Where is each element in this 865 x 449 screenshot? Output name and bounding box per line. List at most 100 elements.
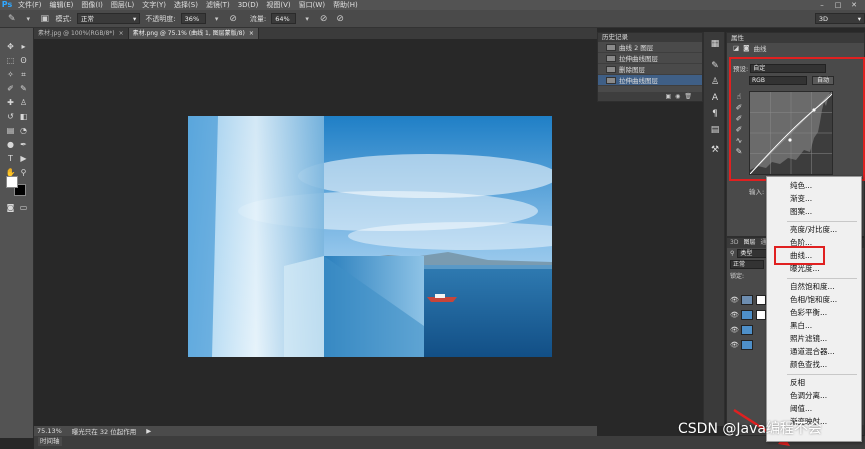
history-item-active[interactable]: 拉伸曲线图层 [598,75,702,86]
path-select-tool-icon[interactable]: ▶ [18,153,29,164]
flow-slider-icon[interactable]: ▾ [301,13,312,25]
eyedropper-tool-icon[interactable]: ✐ [5,83,16,94]
brush-dock-icon[interactable]: ✎ [709,60,721,72]
type-tool-icon[interactable]: T [5,153,16,164]
tab-layers[interactable]: 图层 [743,238,755,248]
menu-channel-mixer[interactable]: 通道混合器... [790,346,835,358]
swatches-dock-icon[interactable]: ▤ [709,124,721,136]
paragraph-dock-icon[interactable]: ¶ [709,108,721,120]
eye-icon[interactable]: 👁 [730,311,739,319]
menu-photo-filter[interactable]: 照片滤镜... [790,333,827,345]
layer-row[interactable]: 👁 [727,338,767,352]
mask-icon[interactable]: ◙ [743,44,749,52]
artboard-tool-icon[interactable]: ▸ [18,41,29,52]
menu-file[interactable]: 文件(F) [14,0,46,10]
gradient-tool-icon[interactable]: ▤ [5,125,16,136]
quick-mask-icon[interactable]: ◙ [5,202,16,213]
character-dock-icon[interactable]: A [709,92,721,104]
menu-black-white[interactable]: 黑白... [790,320,812,332]
menu-view[interactable]: 视图(V) [262,0,294,10]
camera-icon[interactable]: ◉ [675,92,680,101]
menu-color-lookup[interactable]: 颜色查找... [790,359,827,371]
pen-tool-icon[interactable]: ✒ [18,139,29,150]
mode-select[interactable]: 正常 ▾ [76,13,141,24]
history-item[interactable]: 曲线 2 图层 [598,42,702,53]
history-panel-title[interactable]: 历史记录 [598,33,702,42]
history-brush-tool-icon[interactable]: ↺ [5,111,16,122]
pressure-opacity-icon[interactable]: ⊘ [227,13,238,25]
history-item[interactable]: 拉伸曲线图层 [598,53,702,64]
canvas-area[interactable] [34,39,597,426]
pressure-size-icon[interactable]: ⊘ [334,13,345,25]
layer-row[interactable]: 👁 [727,293,767,307]
move-tool-icon[interactable]: ✥ [5,41,16,52]
menu-color-balance[interactable]: 色彩平衡... [790,307,827,319]
menu-help[interactable]: 帮助(H) [329,0,362,10]
maximize-button[interactable]: □ [833,1,843,9]
menu-pattern[interactable]: 图案... [790,206,812,218]
tab-document-2[interactable]: 素材.png @ 75.1% (曲线 1, 图层蒙版/8) × [128,28,259,39]
properties-title[interactable]: 属性 [727,33,864,43]
menu-select[interactable]: 选择(S) [170,0,202,10]
foreground-color-swatch[interactable] [6,176,18,188]
eye-icon[interactable]: 👁 [730,341,739,349]
opacity-slider-icon[interactable]: ▾ [211,13,222,25]
menu-3d[interactable]: 3D(D) [234,0,263,10]
new-document-icon[interactable]: ▣ [665,92,671,101]
clone-stamp-tool-icon[interactable]: ♙ [18,97,29,108]
dodge-tool-icon[interactable]: ● [5,139,16,150]
eraser-tool-icon[interactable]: ◧ [18,111,29,122]
menu-invert[interactable]: 反相 [790,377,805,389]
flow-input[interactable]: 64% [271,13,297,24]
menu-brightness-contrast[interactable]: 亮度/对比度... [790,224,837,236]
menu-image[interactable]: 图像(I) [77,0,107,10]
minimize-button[interactable]: – [817,1,827,9]
brush-preset-icon[interactable]: ✎ [6,13,17,25]
filter-type-select[interactable]: 类型 [737,249,768,258]
blend-mode-select[interactable]: 正常 [730,260,764,269]
history-dock-icon[interactable]: ▦ [709,38,721,50]
crop-tool-icon[interactable]: ⌗ [18,69,29,80]
zoom-level[interactable]: 75.13% [37,427,62,435]
menu-gradient[interactable]: 渐变... [790,193,812,205]
menu-posterize[interactable]: 色调分离... [790,390,827,402]
blur-tool-icon[interactable]: ◔ [18,125,29,136]
menu-layer[interactable]: 图层(L) [107,0,138,10]
layer-row[interactable]: 👁 [727,308,767,322]
document-image[interactable] [188,116,552,357]
brush-size-icon[interactable]: ▾ [22,13,33,25]
timeline-tab[interactable]: 时间轴 [38,437,62,446]
close-button[interactable]: ✕ [849,1,859,9]
menu-window[interactable]: 窗口(W) [295,0,329,10]
menu-vibrance[interactable]: 自然饱和度... [790,281,835,293]
menu-solid-color[interactable]: 纯色... [790,180,812,192]
trash-icon[interactable]: 🗑 [684,92,692,101]
lasso-tool-icon[interactable]: ʘ [18,55,29,66]
layer-row[interactable]: 👁 [727,323,767,337]
menu-hue-saturation[interactable]: 色相/饱和度... [790,294,837,306]
menu-type[interactable]: 文字(Y) [138,0,170,10]
eye-icon[interactable]: 👁 [730,326,739,334]
screen-mode-icon[interactable]: ▭ [18,202,29,213]
tab-document-1[interactable]: 素材.jpg @ 100%(RGB/8*) × [34,28,129,39]
brush-panel-icon[interactable]: ▣ [39,13,50,25]
menu-filter[interactable]: 滤镜(T) [202,0,234,10]
eye-icon[interactable]: 👁 [730,296,739,304]
status-menu-arrow-icon[interactable]: ▶ [146,427,151,435]
tab-3d[interactable]: 3D [730,238,738,248]
tool-presets-dock-icon[interactable]: ⚒ [709,144,721,156]
zoom-tool-icon[interactable]: ⚲ [18,167,29,178]
tab-close-icon[interactable]: × [119,28,124,39]
tab-close-icon[interactable]: × [249,28,254,39]
opacity-input[interactable]: 36% [180,13,206,24]
healing-tool-icon[interactable]: ✚ [5,97,16,108]
menu-threshold[interactable]: 阈值... [790,403,812,415]
airbrush-icon[interactable]: ⊘ [318,13,329,25]
marquee-tool-icon[interactable]: ⬚ [5,55,16,66]
menu-edit[interactable]: 编辑(E) [46,0,78,10]
workspace-select[interactable]: 3D ▾ [814,13,865,24]
clone-source-dock-icon[interactable]: ♙ [709,76,721,88]
curves-adjust-icon[interactable]: ◪ [733,44,739,52]
brush-tool-icon[interactable]: ✎ [18,83,29,94]
history-item[interactable]: 删除图层 [598,64,702,75]
